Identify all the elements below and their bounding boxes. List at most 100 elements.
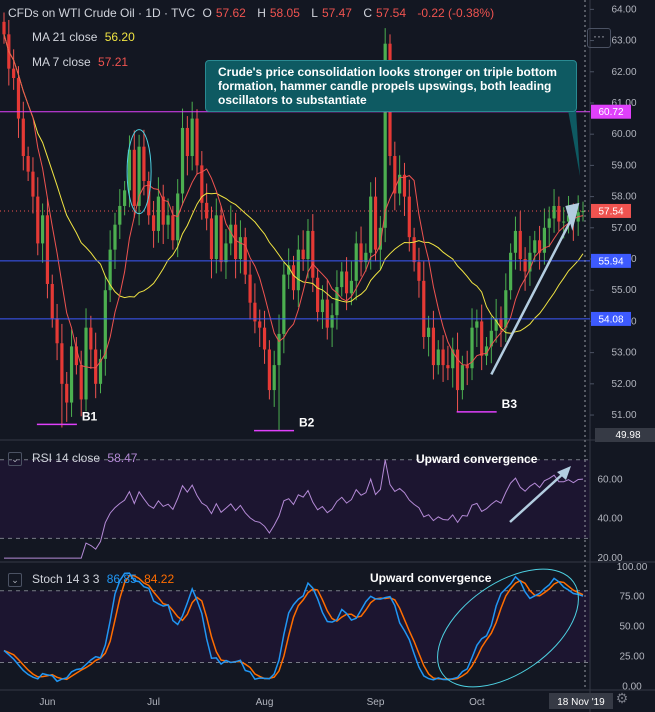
candle-body xyxy=(320,299,325,313)
candle-body xyxy=(190,118,194,157)
candle-body xyxy=(436,349,440,366)
candle-body xyxy=(504,290,508,328)
chart-header: CFDs on WTI Crude Oil · 1D · TVC O 57.62 … xyxy=(8,6,498,20)
candle-body xyxy=(209,218,214,260)
collapse-chevron-icon[interactable]: ⌄ xyxy=(8,451,22,466)
price-tick-label: 60.00 xyxy=(611,129,636,140)
candle-body xyxy=(65,383,69,403)
time-tick-label: Jul xyxy=(147,697,160,708)
more-options-button[interactable]: ··· xyxy=(587,28,611,48)
stoch-band-fill xyxy=(0,590,590,663)
ma21-value: 56.20 xyxy=(104,30,135,44)
candle-body xyxy=(306,230,310,260)
stoch-annotation: Upward convergence xyxy=(370,571,492,585)
candle-body xyxy=(45,215,50,284)
collapse-chevron-icon[interactable]: ⌄ xyxy=(8,572,22,587)
candle-body xyxy=(258,321,262,328)
rsi-band-fill xyxy=(0,459,590,539)
candle-body xyxy=(431,327,436,366)
candle-body xyxy=(301,249,305,260)
candle-body xyxy=(41,215,45,244)
price-tick-label: 63.00 xyxy=(611,36,636,47)
stoch-legend[interactable]: ⌄ Stoch 14 3 3 86.85 84.22 xyxy=(8,572,174,587)
price-change: -0.22 (-0.38%) xyxy=(417,6,495,20)
candle-body xyxy=(205,202,209,219)
candle-body xyxy=(562,221,566,223)
ohlc-low: L 57.47 xyxy=(311,6,352,20)
candle-body xyxy=(335,287,339,316)
candle-body xyxy=(402,174,407,197)
candle-body xyxy=(460,365,464,391)
candle-body xyxy=(509,252,513,291)
price-tick-label: 53.00 xyxy=(611,348,636,359)
price-tick-label: 51.00 xyxy=(611,410,636,421)
bottom-marker-label: B2 xyxy=(299,416,315,430)
candle-body xyxy=(55,318,59,344)
candle-body xyxy=(282,274,286,334)
bottom-marker-label: B3 xyxy=(502,397,518,411)
candle-body xyxy=(214,215,218,260)
candle-body xyxy=(171,215,175,241)
stoch-tick-label: 50.00 xyxy=(619,622,644,633)
candle-body xyxy=(21,118,25,157)
candle-body xyxy=(344,271,349,294)
candle-body xyxy=(84,327,88,400)
level-price-label: 60.72 xyxy=(598,107,623,118)
ohlc-open: O 57.62 xyxy=(202,6,246,20)
time-tick-label: Oct xyxy=(469,697,485,708)
cursor-date-label: 18 Nov '19 xyxy=(557,697,605,708)
candle-body xyxy=(441,349,445,366)
candle-body xyxy=(359,243,363,263)
candle-body xyxy=(533,240,537,253)
ma7-legend[interactable]: MA 7 close 57.21 xyxy=(32,55,132,69)
candle-body xyxy=(407,196,411,238)
candle-body xyxy=(417,262,421,281)
candle-body xyxy=(219,215,223,263)
candle-body xyxy=(373,196,378,250)
candle-body xyxy=(557,205,561,222)
candle-body xyxy=(132,149,136,206)
price-tick-label: 58.00 xyxy=(611,192,636,203)
candle-body xyxy=(354,243,358,281)
candle-body xyxy=(272,365,276,391)
candle-body xyxy=(330,315,334,328)
candle-body xyxy=(412,237,416,263)
symbol-title: CFDs on WTI Crude Oil · 1D · TVC xyxy=(8,6,196,20)
candle-body xyxy=(316,277,320,313)
candle-body xyxy=(480,321,484,356)
rsi-legend[interactable]: ⌄ RSI 14 close 58.47 xyxy=(8,451,137,466)
candle-body xyxy=(26,156,30,172)
candle-body xyxy=(325,299,329,328)
candle-body xyxy=(234,224,238,260)
candle-body xyxy=(340,271,344,288)
candle-body xyxy=(12,68,16,79)
candle-body xyxy=(455,349,460,391)
candle-body xyxy=(151,215,156,231)
candle-body xyxy=(291,265,296,291)
candle-body xyxy=(16,78,21,119)
candle-body xyxy=(422,280,426,338)
price-tick-label: 55.00 xyxy=(611,285,636,296)
stoch-tick-label: 25.00 xyxy=(619,652,644,663)
ohlc-high: H 58.05 xyxy=(257,6,300,20)
candle-body xyxy=(513,230,518,253)
price-tick-label: 64.00 xyxy=(611,4,636,15)
time-tick-label: Aug xyxy=(256,697,274,708)
ma21-legend[interactable]: MA 21 close 56.20 xyxy=(32,30,139,44)
candle-body xyxy=(518,230,522,260)
candle-body xyxy=(296,249,300,291)
price-tick-label: 62.00 xyxy=(611,67,636,78)
stoch-d-value: 84.22 xyxy=(144,572,175,586)
candle-body xyxy=(427,327,431,338)
cursor-price-label: 49.98 xyxy=(615,430,640,441)
candle-body xyxy=(166,215,170,225)
candle-body xyxy=(50,283,54,319)
candle-body xyxy=(180,127,185,194)
candle-body xyxy=(243,237,247,275)
bottom-marker-label: B1 xyxy=(82,409,98,423)
settings-gear-icon[interactable]: ⚙ xyxy=(614,690,630,706)
candle-body xyxy=(89,327,93,350)
last-price-label: 57.54 xyxy=(598,206,623,217)
candle-body xyxy=(113,224,117,250)
candle-body xyxy=(547,218,551,228)
